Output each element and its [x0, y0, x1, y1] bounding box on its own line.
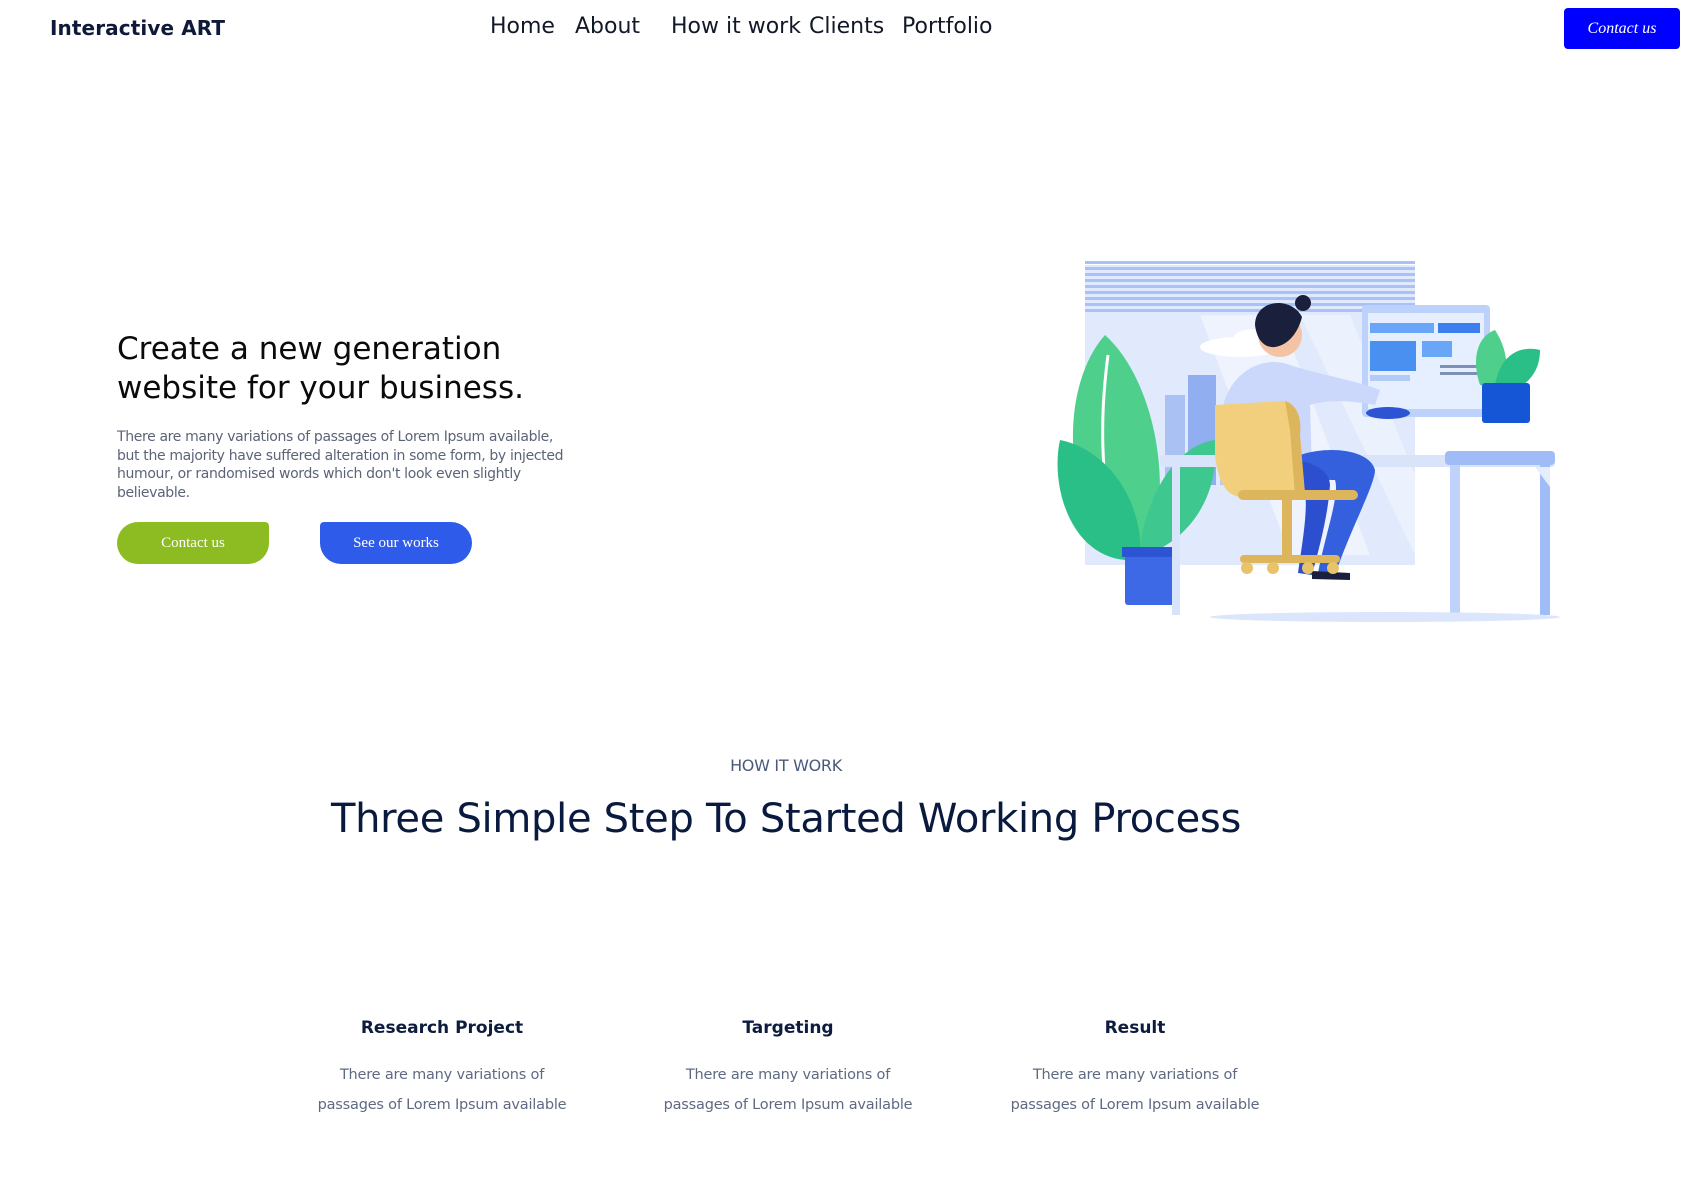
nav-portfolio[interactable]: Portfolio: [902, 14, 993, 39]
hero-illustration: [1057, 261, 1560, 622]
site-logo[interactable]: Interactive ART: [50, 16, 225, 40]
hero-contact-button[interactable]: Contact us: [117, 522, 269, 564]
monitor-illustration: [1362, 305, 1490, 419]
contact-us-button[interactable]: Contact us: [1564, 8, 1680, 49]
nav-how-it-work[interactable]: How it work: [671, 14, 801, 39]
hero-description: There are many variations of passages of…: [117, 429, 564, 501]
small-plant-illustration: [1475, 330, 1540, 423]
hero-title-line-2: website for your business.: [117, 370, 524, 406]
step-card: Targeting There are many variations of p…: [653, 1018, 923, 1120]
step-text: There are many variations of passages of…: [1010, 1067, 1260, 1113]
nav-home[interactable]: Home: [490, 14, 555, 39]
nav-clients[interactable]: Clients: [809, 14, 884, 39]
how-it-work-eyebrow: HOW IT WORK: [730, 756, 842, 775]
nav-about[interactable]: About: [575, 14, 640, 39]
hero-title-line-1: Create a new generation: [117, 331, 502, 367]
how-it-work-title: Three Simple Step To Started Working Pro…: [330, 796, 1242, 842]
step-title: Targeting: [742, 1018, 834, 1038]
step-card: Research Project There are many variatio…: [307, 1018, 577, 1120]
step-text: There are many variations of passages of…: [663, 1067, 913, 1113]
step-text: There are many variations of passages of…: [317, 1067, 567, 1113]
step-card: Result There are many variations of pass…: [1000, 1018, 1270, 1120]
step-title: Result: [1104, 1018, 1166, 1038]
step-title: Research Project: [360, 1018, 524, 1038]
hero-title: Create a new generation website for your…: [117, 330, 637, 408]
see-our-works-button[interactable]: See our works: [320, 522, 472, 564]
